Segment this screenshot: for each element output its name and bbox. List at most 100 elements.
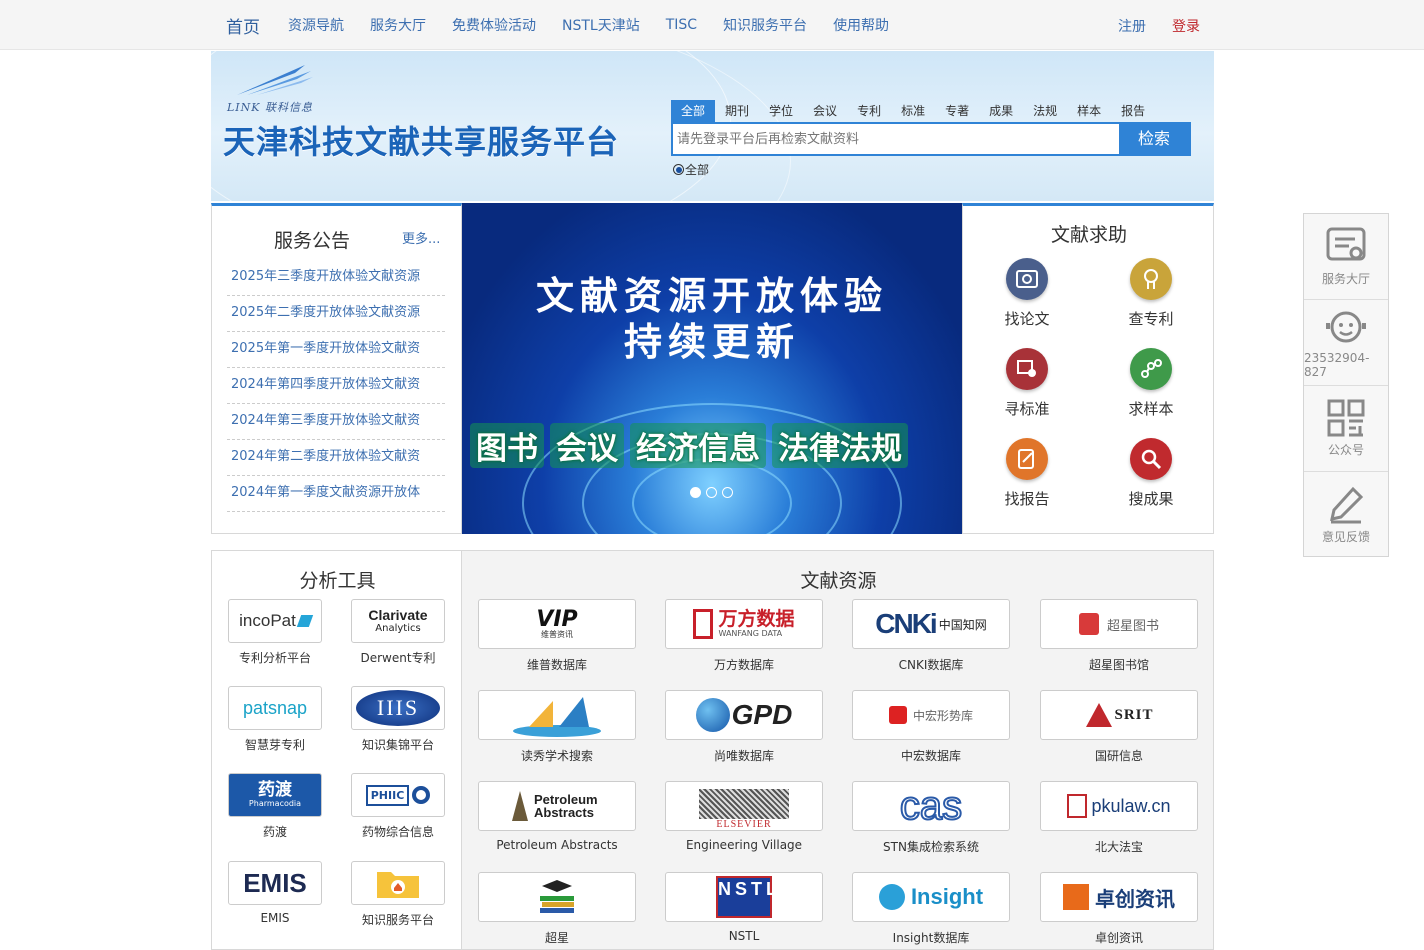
tool-emis[interactable]: EMIS EMIS [228,861,322,925]
resource-label: 读秀学术搜索 [520,749,593,763]
tool-label: 知识集锦平台 [361,738,434,752]
floating-sidebar: 服务大厅 23532904-827 公众号 意见反馈 [1303,213,1389,557]
help-search-results[interactable]: 搜成果 [1111,438,1191,509]
carousel-category: 经济信息 [630,423,766,468]
carousel-dot[interactable] [706,487,717,498]
tools-title: 分析工具 [299,570,376,592]
help-label: 查专利 [1128,310,1174,328]
float-service-hall[interactable]: 服务大厅 [1304,214,1388,300]
search-tab-monograph[interactable]: 专著 [935,100,979,122]
resource-insight[interactable]: Insight Insight数据库 [852,872,1010,946]
nav-nstl-tianjin[interactable]: NSTL天津站 [562,15,640,35]
tool-knowledge-platform[interactable]: 知识服务平台 [351,861,445,928]
tool-label: 知识服务平台 [361,913,434,927]
search-tab-all[interactable]: 全部 [671,100,716,122]
notice-item[interactable]: 2024年第三季度开放体验文献资 [227,404,445,440]
search-tab-standard[interactable]: 标准 [891,100,935,122]
resource-nstl[interactable]: NSTL NSTL [665,872,823,943]
patsnap-logo: patsnap [228,686,322,730]
help-find-sample[interactable]: 求样本 [1111,348,1191,419]
search-tab-conference[interactable]: 会议 [803,100,847,122]
resource-chaoxing-books[interactable]: 超星 [478,872,636,946]
nav-help[interactable]: 使用帮助 [833,15,889,35]
notice-item[interactable]: 2024年第一季度文献资源开放体 [227,476,445,512]
carousel-dot[interactable] [722,487,733,498]
tool-incopat[interactable]: incoPat 专利分析平台 [228,599,322,666]
report-icon [1006,438,1048,480]
tool-patsnap[interactable]: patsnap 智慧芽专利 [228,686,322,753]
resource-duxiu[interactable]: 读秀学术搜索 [478,690,636,764]
search-button[interactable]: 检索 [1119,124,1189,154]
header-banner: LINK 联科信息 天津科技文献共享服务平台 全部 期刊 学位 会议 专利 标准… [211,51,1214,201]
search-tab-patent[interactable]: 专利 [847,100,891,122]
carousel-dot[interactable] [690,487,701,498]
resource-engineering-village[interactable]: ELSEVIER Engineering Village [665,781,823,852]
tool-pharmacodia[interactable]: 药渡 Pharmacodia 药渡 [228,773,322,840]
zhonghong-logo: 中宏形势库 [852,690,1010,740]
nav-resource-guide[interactable]: 资源导航 [288,15,344,35]
qr-code-icon [1327,399,1365,437]
nav-service-hall[interactable]: 服务大厅 [370,15,426,35]
search-input[interactable] [673,124,1121,154]
resource-stn[interactable]: cas STN集成检索系统 [852,781,1010,855]
search-tab-degree[interactable]: 学位 [759,100,803,122]
login-link[interactable]: 登录 [1172,16,1200,36]
nav-tisc[interactable]: TISC [666,17,697,33]
notice-item[interactable]: 2025年二季度开放体验文献资源 [227,296,445,332]
document-help-panel: 文献求助 找论文 查专利 寻标准 求样本 找报告 搜成果 [962,203,1214,534]
carousel-categories: 图书 会议 经济信息 法律法规 [470,423,908,468]
incopat-logo: incoPat [228,599,322,643]
notice-item[interactable]: 2024年第四季度开放体验文献资 [227,368,445,404]
resource-wanfang[interactable]: 万方数据 WANFANG DATA 万方数据库 [665,599,823,673]
carousel-category: 图书 [470,423,544,468]
chaoxing-logo: 超星图书 [1040,599,1198,649]
resource-label: Engineering Village [685,838,803,852]
float-customer-service[interactable]: 23532904-827 [1304,300,1388,386]
help-find-report[interactable]: 找报告 [987,438,1067,509]
carousel-category: 法律法规 [772,423,908,468]
search-tab-report[interactable]: 报告 [1111,100,1155,122]
insight-logo: Insight [852,872,1010,922]
resource-cnki[interactable]: CNKi 中国知网 CNKI数据库 [852,599,1010,673]
nav-knowledge-platform[interactable]: 知识服务平台 [723,15,807,35]
search-tab-journal[interactable]: 期刊 [715,100,759,122]
tool-iiis[interactable]: IIIS 知识集锦平台 [351,686,445,753]
document-resources-panel: 文献资源 VIP 维普资讯 维普数据库 万方数据 WANFANG DATA 万方数据… [461,550,1214,950]
notice-item[interactable]: 2025年第一季度开放体验文献资 [227,332,445,368]
float-feedback[interactable]: 意见反馈 [1304,472,1388,558]
tool-derwent[interactable]: Clarivate Analytics Derwent专利 [351,599,445,666]
float-wechat-account[interactable]: 公众号 [1304,386,1388,472]
help-find-paper[interactable]: 找论文 [987,258,1067,329]
help-find-patent[interactable]: 查专利 [1111,258,1191,329]
search-type-tabs: 全部 期刊 学位 会议 专利 标准 专著 成果 法规 样本 报告 [671,100,1155,122]
folder-logo [351,861,445,905]
resource-srit[interactable]: SRIT 国研信息 [1040,690,1198,764]
resource-label: 尚唯数据库 [713,749,774,763]
resource-petroleum[interactable]: Petroleum Abstracts Petroleum Abstracts [478,781,636,852]
resource-zhonghong[interactable]: 中宏形势库 中宏数据库 [852,690,1010,764]
radio-dot[interactable] [673,164,684,175]
nav-free-trial[interactable]: 免费体验活动 [452,15,536,35]
carousel-dots [690,487,733,498]
search-tab-regulation[interactable]: 法规 [1023,100,1067,122]
nav-home[interactable]: 首页 [226,13,260,38]
notice-more-link[interactable]: 更多... [402,228,440,247]
search-tab-achievement[interactable]: 成果 [979,100,1023,122]
resource-vip[interactable]: VIP 维普资讯 维普数据库 [478,599,636,673]
resource-gpd[interactable]: GPD 尚唯数据库 [665,690,823,764]
carousel-banner[interactable]: 文献资源开放体验 持续更新 图书 会议 经济信息 法律法规 [462,203,962,534]
resource-label: NSTL [728,929,760,943]
notice-item[interactable]: 2024年第二季度开放体验文献资 [227,440,445,476]
resource-zhuochuang[interactable]: 卓创资讯 卓创资讯 [1040,872,1198,946]
help-find-standard[interactable]: 寻标准 [987,348,1067,419]
resource-pkulaw[interactable]: pkulaw.cn 北大法宝 [1040,781,1198,855]
resource-chaoxing[interactable]: 超星图书 超星图书馆 [1040,599,1198,673]
srit-logo: SRIT [1040,690,1198,740]
notice-item[interactable]: 2025年三季度开放体验文献资源 [227,260,445,296]
tool-label: 药渡 [262,825,287,839]
register-link[interactable]: 注册 [1118,16,1146,36]
tool-phiic[interactable]: PHIIC 药物综合信息 [351,773,445,840]
search-scope-radio[interactable]: 全部 [673,161,709,178]
search-tab-sample[interactable]: 样本 [1067,100,1111,122]
wanfang-logo: 万方数据 WANFANG DATA [665,599,823,649]
